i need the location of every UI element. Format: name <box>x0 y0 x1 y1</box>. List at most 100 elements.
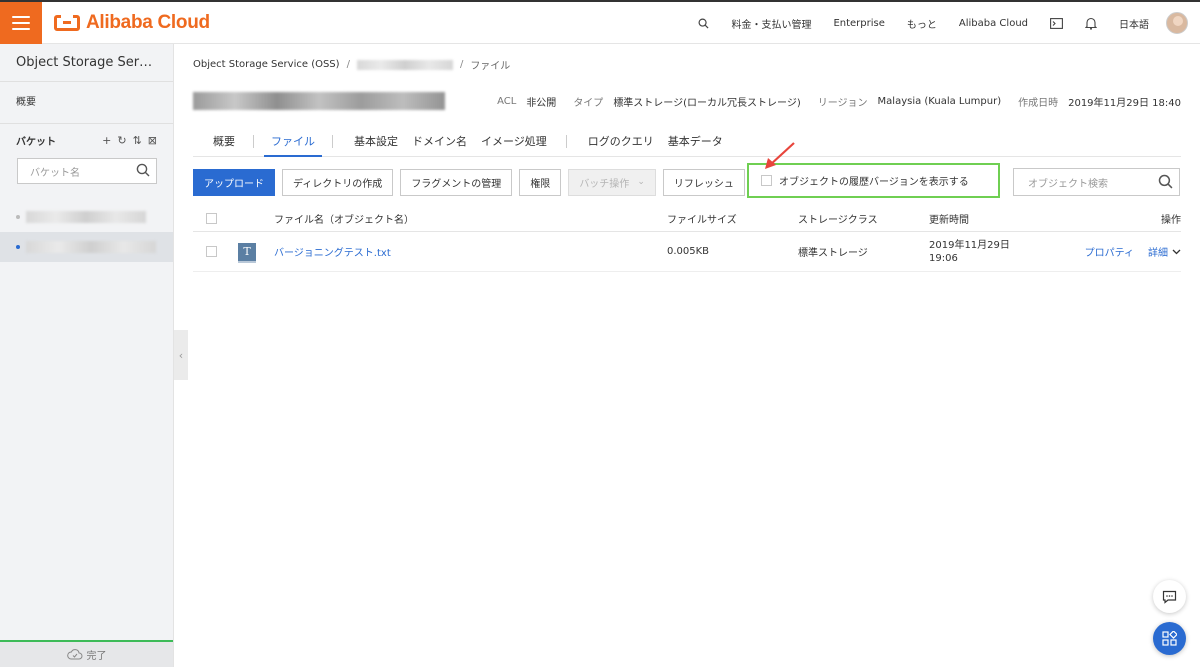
history-checkbox[interactable] <box>761 175 772 186</box>
bucket-item-active[interactable] <box>0 232 173 262</box>
file-updated-time: 19:06 <box>929 253 958 264</box>
plus-icon[interactable]: + <box>102 134 111 147</box>
select-all-checkbox[interactable] <box>206 213 217 224</box>
breadcrumb-root[interactable]: Object Storage Service (OSS) <box>193 59 340 70</box>
brand-name: Alibaba Cloud <box>86 11 210 33</box>
notifications-button[interactable] <box>1074 17 1108 30</box>
file-storage-class: 標準ストレージ <box>798 248 868 259</box>
tab-files[interactable]: ファイル <box>264 133 322 157</box>
details-link[interactable]: 詳細 <box>1148 244 1168 259</box>
expand-icon[interactable]: ⊠ <box>148 134 157 147</box>
header-size: ファイルサイズ <box>667 215 737 226</box>
bucket-section-header: バケット + ↻ ⇅ ⊠ <box>0 126 173 154</box>
bucket-tools: + ↻ ⇅ ⊠ <box>102 134 157 147</box>
created-label: 作成日時 <box>1018 97 1059 109</box>
sort-icon[interactable]: ⇅ <box>133 134 142 147</box>
bucket-heading: バケット <box>16 136 56 148</box>
sidebar-title: Object Storage Servic··· <box>0 44 173 82</box>
collapse-sidebar-button[interactable]: ‹ <box>174 330 188 380</box>
language-switcher[interactable]: 日本語 <box>1108 16 1160 31</box>
properties-link[interactable]: プロパティ <box>1085 244 1134 259</box>
refresh-icon[interactable]: ↻ <box>117 134 126 147</box>
region-label: リージョン <box>817 97 868 109</box>
cloud-check-icon <box>66 649 82 660</box>
annotation-arrow-icon <box>765 142 795 169</box>
top-nav: 料金・支払い管理 Enterprise もっと Alibaba Cloud 日本… <box>687 2 1200 44</box>
tab-divider <box>253 135 254 148</box>
nav-enterprise[interactable]: Enterprise <box>822 18 895 29</box>
tab-image-processing[interactable]: イメージ処理 <box>474 133 554 157</box>
sidebar-footer: 完了 <box>0 640 173 667</box>
history-label: オブジェクトの履歴バージョンを表示する <box>779 177 969 188</box>
chevron-down-icon <box>1172 249 1181 254</box>
brand-logo[interactable]: Alibaba Cloud <box>54 12 210 34</box>
refresh-button[interactable]: リフレッシュ <box>662 168 745 196</box>
search-icon <box>698 18 709 29</box>
hamburger-menu-button[interactable] <box>0 1 42 44</box>
manage-fragments-button[interactable]: フラグメントの管理 <box>400 168 513 196</box>
bullet-icon <box>16 215 20 219</box>
file-name-link[interactable]: バージョニングテスト.txt <box>274 244 391 259</box>
create-directory-button[interactable]: ディレクトリの作成 <box>282 168 394 196</box>
object-search-placeholder: オブジェクト検索 <box>1028 178 1108 190</box>
type-label: タイプ <box>573 97 604 109</box>
redacted-bucket-title <box>193 92 445 110</box>
table-row: T バージョニングテスト.txt 0.005KB 標準ストレージ 2019年11… <box>193 232 1181 272</box>
chat-icon <box>1162 590 1177 604</box>
upload-button[interactable]: アップロード <box>193 168 275 196</box>
header-storage-class: ストレージクラス <box>798 215 878 226</box>
search-icon[interactable] <box>136 163 150 177</box>
sidebar: Object Storage Servic··· 概要 バケット + ↻ ⇅ ⊠… <box>0 44 174 667</box>
redacted-bucket-name <box>26 211 146 223</box>
user-avatar[interactable] <box>1166 12 1188 34</box>
tab-divider <box>565 135 567 148</box>
nav-more[interactable]: もっと <box>896 16 948 31</box>
alibaba-logo-icon <box>54 14 80 31</box>
top-bar: Alibaba Cloud 料金・支払い管理 Enterprise もっと Al… <box>0 0 1200 44</box>
permissions-button[interactable]: 権限 <box>519 168 562 196</box>
bucket-item[interactable] <box>0 202 173 232</box>
bell-icon <box>1085 17 1097 30</box>
tab-domain[interactable]: ドメイン名 <box>405 133 474 157</box>
sidebar-item-overview[interactable]: 概要 <box>0 82 173 124</box>
row-checkbox[interactable] <box>206 246 217 257</box>
batch-label: バッチ操作 <box>579 178 630 190</box>
search-icon[interactable] <box>1158 174 1173 189</box>
tab-basic-data[interactable]: 基本データ <box>661 133 730 157</box>
header-actions: 操作 <box>1161 215 1181 226</box>
file-size: 0.005KB <box>667 246 710 257</box>
header-updated: 更新時間 <box>929 215 969 226</box>
bucket-search-placeholder: バケット名 <box>30 167 80 179</box>
apps-button[interactable] <box>1153 622 1186 655</box>
breadcrumb: Object Storage Service (OSS) / / ファイル <box>193 57 510 72</box>
redacted-bucket-name <box>26 241 156 253</box>
bucket-info-bar: ACL 非公開 タイプ 標準ストレージ(ローカル冗長ストレージ) リージョン M… <box>193 89 1181 113</box>
cloud-shell-button[interactable] <box>1039 17 1074 29</box>
file-updated: 2019年11月29日 19:06 <box>929 239 1010 265</box>
object-search-input[interactable]: オブジェクト検索 <box>1013 168 1180 196</box>
chat-support-button[interactable] <box>1153 580 1186 613</box>
nav-billing[interactable]: 料金・支払い管理 <box>720 16 822 31</box>
table-header: ファイル名（オブジェクト名） ファイルサイズ ストレージクラス 更新時間 操作 <box>193 206 1181 232</box>
bucket-tabs: 概要 ファイル 基本設定 ドメイン名 イメージ処理 ログのクエリ 基本データ <box>193 133 1181 157</box>
tab-log-query[interactable]: ログのクエリ <box>581 133 661 157</box>
batch-operations-dropdown[interactable]: バッチ操作 ⌄ <box>568 168 656 196</box>
text-file-icon: T <box>238 242 256 263</box>
terminal-icon <box>1050 17 1063 29</box>
details-dropdown[interactable]: 詳細 <box>1148 244 1181 259</box>
nav-alibaba-cloud[interactable]: Alibaba Cloud <box>948 18 1039 29</box>
region-value: Malaysia (Kuala Lumpur) <box>877 95 1002 107</box>
chevron-left-icon: ‹ <box>178 348 184 362</box>
acl-value: 非公開 <box>526 97 557 109</box>
bucket-search-input[interactable]: バケット名 <box>17 158 157 184</box>
created-value: 2019年11月29日 18:40 <box>1068 97 1181 109</box>
status-text: 完了 <box>86 651 107 662</box>
row-actions: プロパティ 詳細 <box>1085 244 1181 259</box>
global-search-button[interactable] <box>687 18 720 29</box>
breadcrumb-current: ファイル <box>470 61 511 72</box>
tab-overview[interactable]: 概要 <box>193 133 253 157</box>
breadcrumb-separator: / <box>346 59 350 70</box>
chevron-down-icon: ⌄ <box>637 177 645 187</box>
tab-basic-settings[interactable]: 基本設定 <box>347 133 405 157</box>
redacted-bucket-breadcrumb[interactable] <box>356 59 453 70</box>
